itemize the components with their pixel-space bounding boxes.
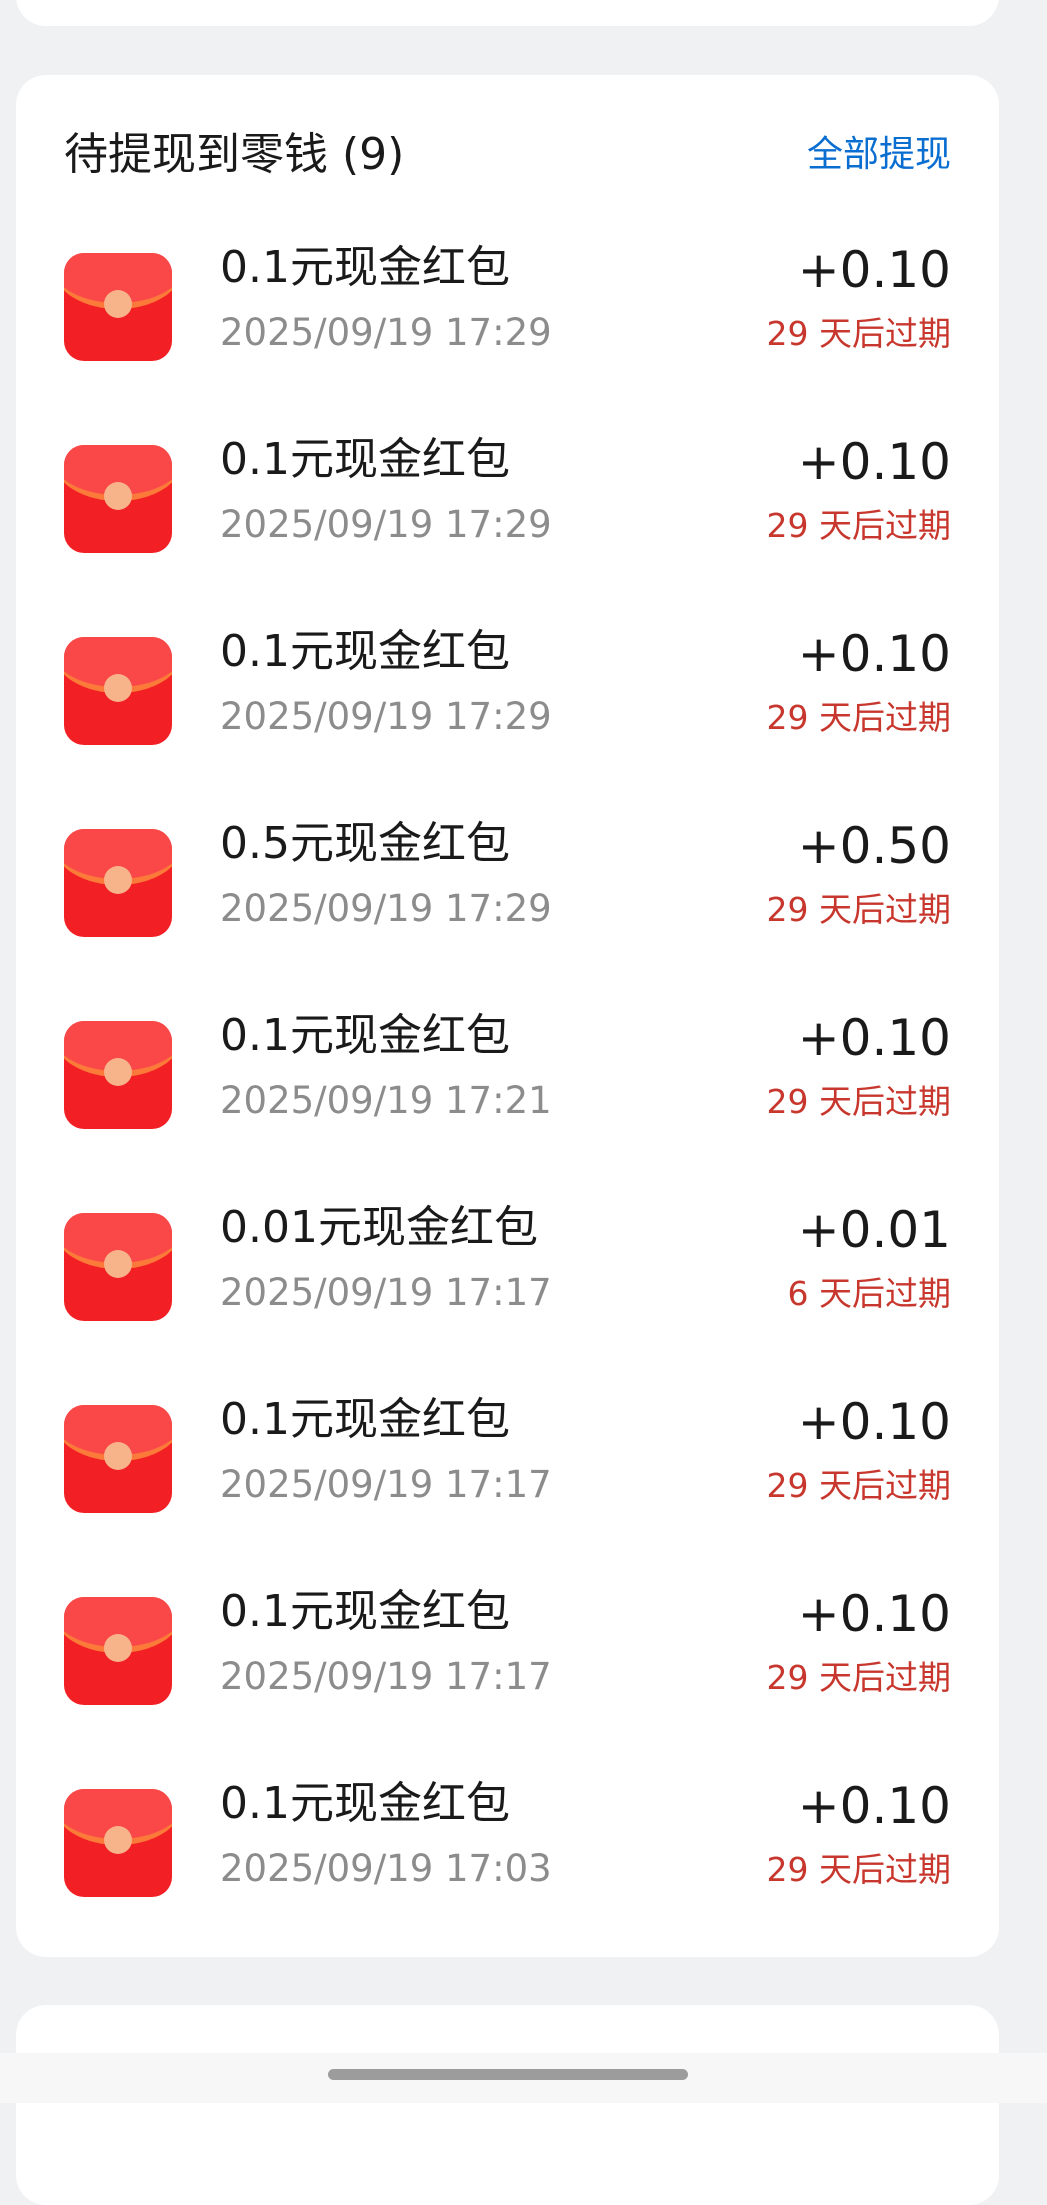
item-title: 0.1元现金红包 xyxy=(220,1778,510,1829)
list-item[interactable]: 0.1元现金红包 2025/09/19 17:29 +0.10 29 天后过期 xyxy=(16,625,999,829)
item-title: 0.1元现金红包 xyxy=(220,626,510,677)
item-amount: +0.10 xyxy=(797,1585,951,1643)
item-expiry: 29 天后过期 xyxy=(766,1850,951,1889)
list-item[interactable]: 0.1元现金红包 2025/09/19 17:17 +0.10 29 天后过期 xyxy=(16,1585,999,1789)
item-title: 0.1元现金红包 xyxy=(220,434,510,485)
item-expiry: 29 天后过期 xyxy=(766,698,951,737)
item-amount: +0.50 xyxy=(797,817,951,875)
home-indicator[interactable] xyxy=(328,2069,688,2080)
list-item[interactable]: 0.1元现金红包 2025/09/19 17:03 +0.10 29 天后过期 xyxy=(16,1777,999,1981)
item-expiry: 29 天后过期 xyxy=(766,1658,951,1697)
red-envelope-icon xyxy=(64,1021,172,1129)
item-amount: +0.01 xyxy=(797,1201,951,1259)
card-header: 待提现到零钱 (9) 全部提现 xyxy=(64,125,951,185)
item-title: 0.1元现金红包 xyxy=(220,1394,510,1445)
item-title: 0.1元现金红包 xyxy=(220,1010,510,1061)
item-time: 2025/09/19 17:17 xyxy=(220,1463,552,1506)
list-item[interactable]: 0.1元现金红包 2025/09/19 17:17 +0.10 29 天后过期 xyxy=(16,1393,999,1597)
red-envelope-icon xyxy=(64,1597,172,1705)
item-time: 2025/09/19 17:29 xyxy=(220,311,552,354)
red-envelope-icon xyxy=(64,1789,172,1897)
item-time: 2025/09/19 17:17 xyxy=(220,1271,552,1314)
red-envelope-icon xyxy=(64,1213,172,1321)
previous-card xyxy=(16,0,999,26)
red-envelope-icon xyxy=(64,829,172,937)
item-title: 0.1元现金红包 xyxy=(220,242,510,293)
next-card xyxy=(16,2005,999,2205)
card-title: 待提现到零钱 (9) xyxy=(64,129,405,180)
item-expiry: 29 天后过期 xyxy=(766,1082,951,1121)
red-envelope-icon xyxy=(64,637,172,745)
item-amount: +0.10 xyxy=(797,433,951,491)
list-item[interactable]: 0.5元现金红包 2025/09/19 17:29 +0.50 29 天后过期 xyxy=(16,817,999,1021)
item-amount: +0.10 xyxy=(797,1393,951,1451)
item-amount: +0.10 xyxy=(797,241,951,299)
red-envelope-icon xyxy=(64,1405,172,1513)
item-amount: +0.10 xyxy=(797,1009,951,1067)
item-time: 2025/09/19 17:21 xyxy=(220,1079,552,1122)
item-time: 2025/09/19 17:29 xyxy=(220,887,552,930)
item-expiry: 29 天后过期 xyxy=(766,506,951,545)
pending-withdrawal-card: 待提现到零钱 (9) 全部提现 0.1元现金红包 2025/09/19 17:2… xyxy=(16,75,999,1957)
item-time: 2025/09/19 17:17 xyxy=(220,1655,552,1698)
red-envelope-icon xyxy=(64,445,172,553)
item-title: 0.1元现金红包 xyxy=(220,1586,510,1637)
item-time: 2025/09/19 17:29 xyxy=(220,503,552,546)
item-expiry: 6 天后过期 xyxy=(787,1274,952,1313)
item-expiry: 29 天后过期 xyxy=(766,1466,951,1505)
item-title: 0.5元现金红包 xyxy=(220,818,510,869)
item-amount: +0.10 xyxy=(797,625,951,683)
list-item[interactable]: 0.1元现金红包 2025/09/19 17:21 +0.10 29 天后过期 xyxy=(16,1009,999,1213)
withdraw-all-button[interactable]: 全部提现 xyxy=(807,129,951,181)
item-title: 0.01元现金红包 xyxy=(220,1202,538,1253)
item-expiry: 29 天后过期 xyxy=(766,314,951,353)
item-time: 2025/09/19 17:29 xyxy=(220,695,552,738)
red-envelope-icon xyxy=(64,253,172,361)
list-item[interactable]: 0.01元现金红包 2025/09/19 17:17 +0.01 6 天后过期 xyxy=(16,1201,999,1405)
list-item[interactable]: 0.1元现金红包 2025/09/19 17:29 +0.10 29 天后过期 xyxy=(16,433,999,637)
list-item[interactable]: 0.1元现金红包 2025/09/19 17:29 +0.10 29 天后过期 xyxy=(16,241,999,445)
item-time: 2025/09/19 17:03 xyxy=(220,1847,552,1890)
item-expiry: 29 天后过期 xyxy=(766,890,951,929)
item-amount: +0.10 xyxy=(797,1777,951,1835)
